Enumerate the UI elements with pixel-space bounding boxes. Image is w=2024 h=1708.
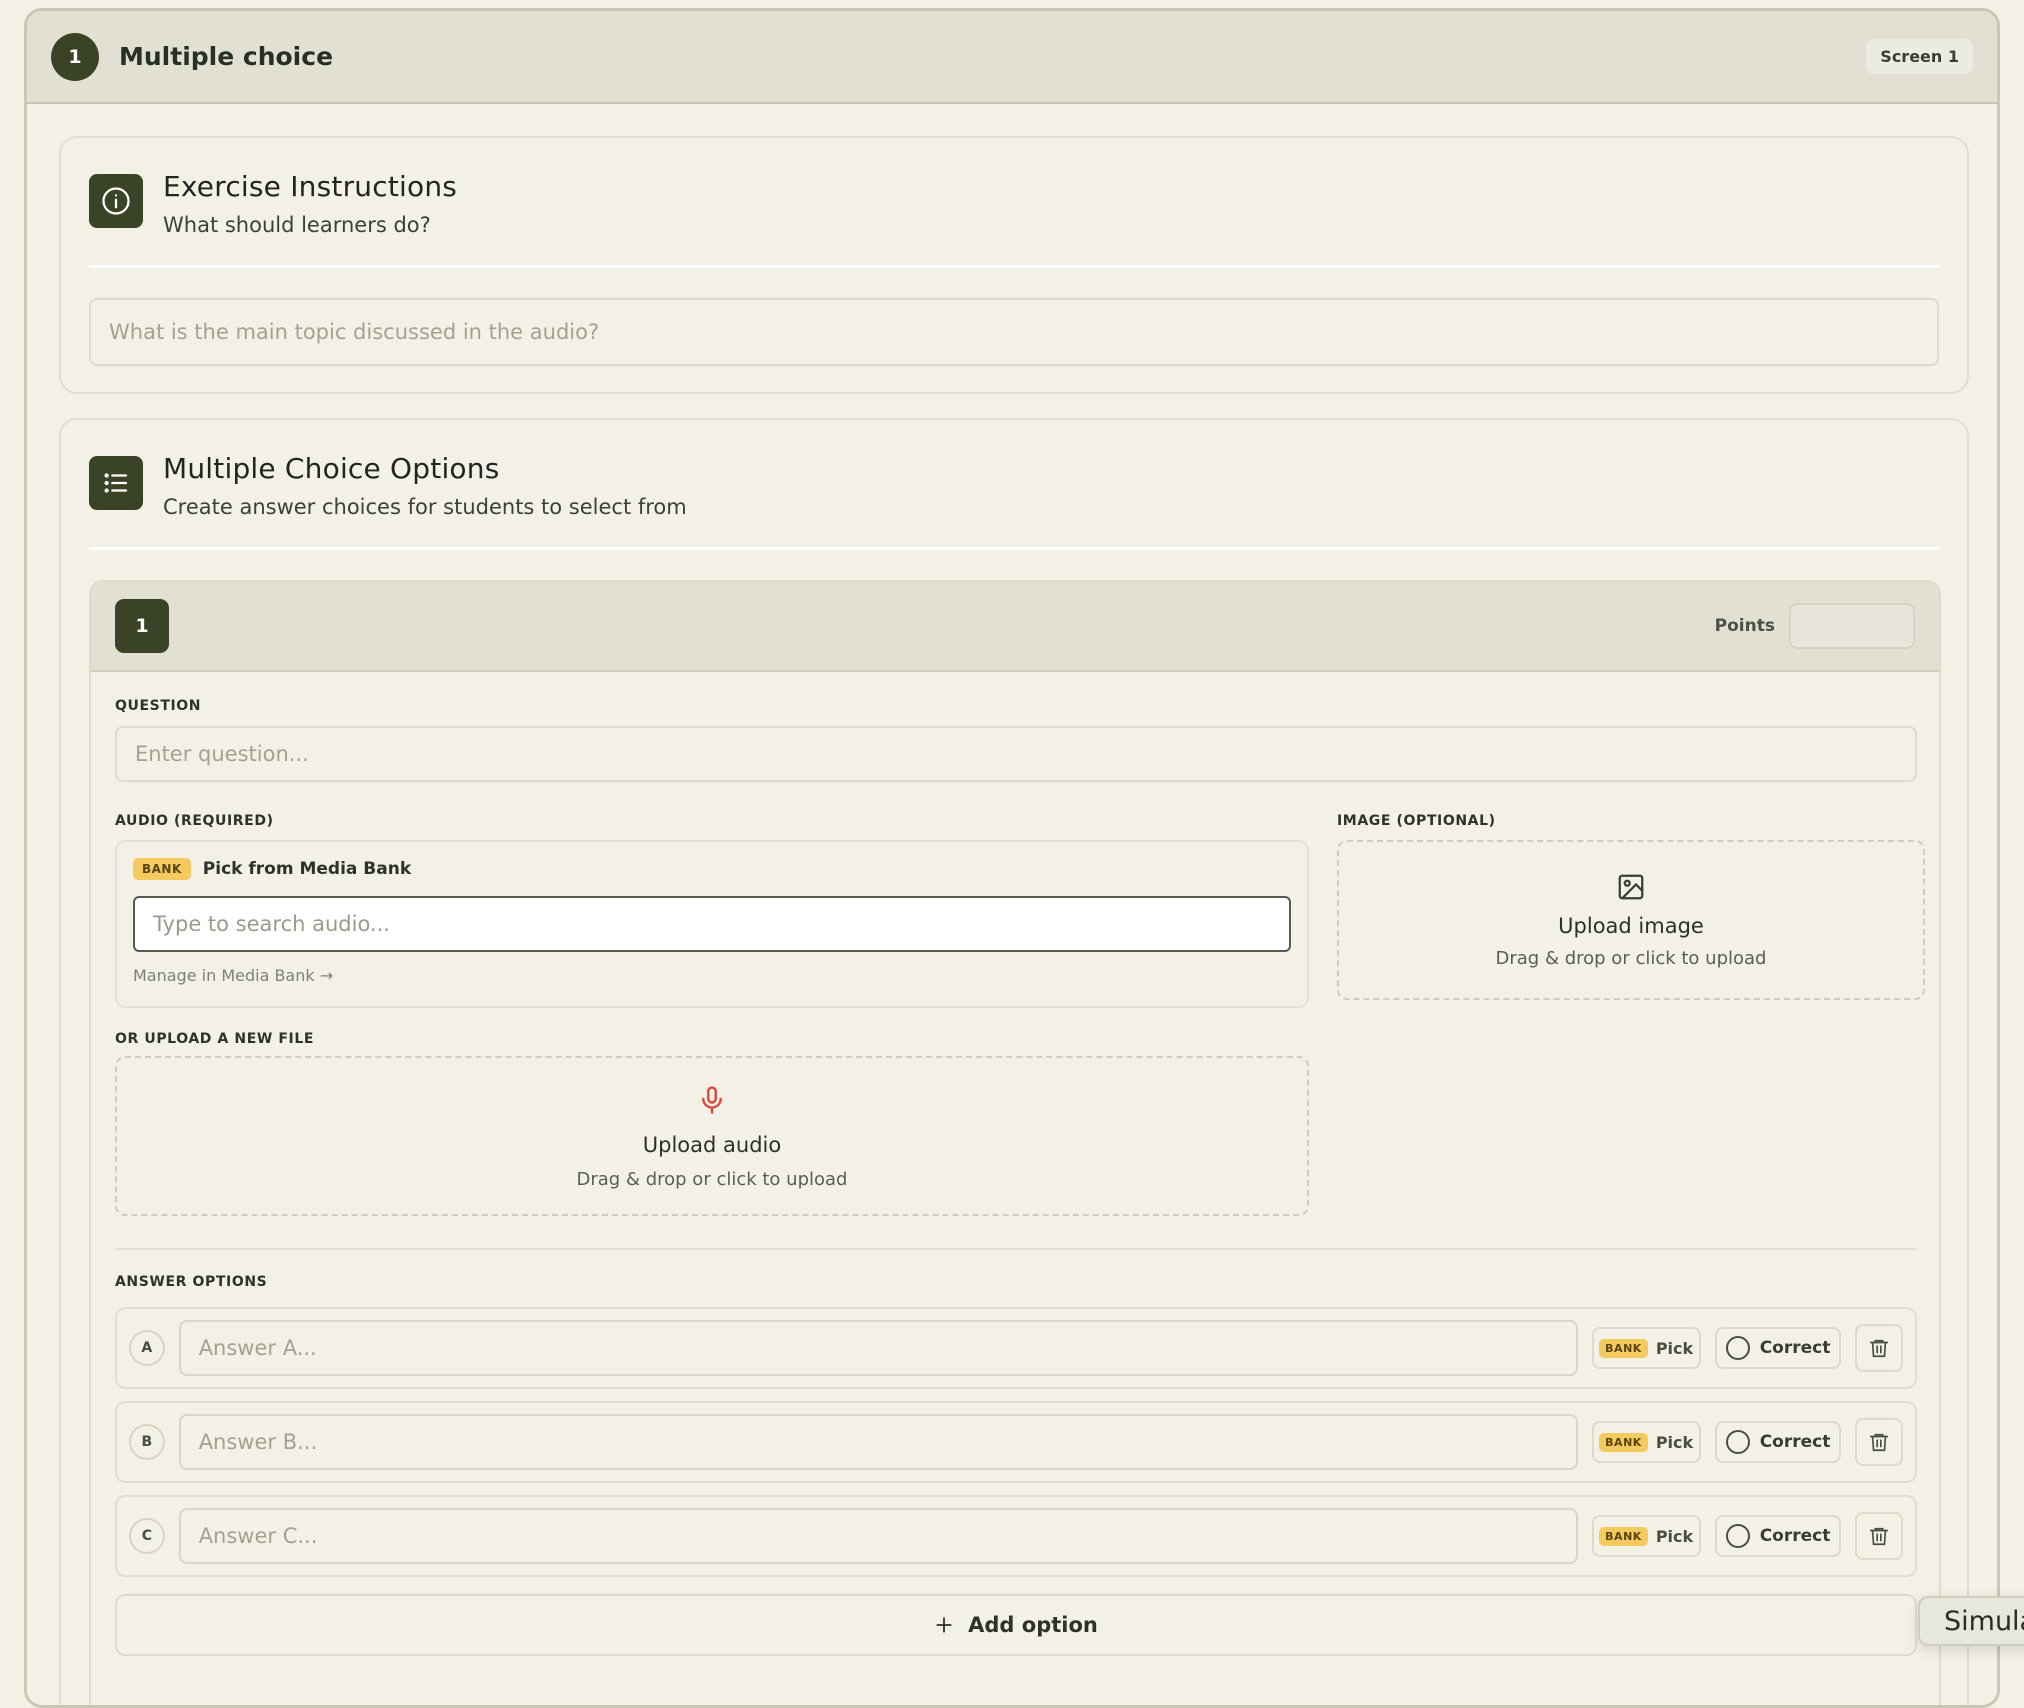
- upload-image-subtitle: Drag & drop or click to upload: [1495, 947, 1767, 969]
- instructions-title: Exercise Instructions: [163, 170, 458, 203]
- pick-label: Pick: [1655, 1338, 1694, 1358]
- answer-input[interactable]: Answer A...: [178, 1320, 1578, 1376]
- answer-letter: B: [129, 1424, 165, 1460]
- bank-tag: BANK: [133, 858, 191, 880]
- instructions-placeholder: What is the main topic discussed in the …: [109, 320, 600, 344]
- pick-from-bank-button[interactable]: BANK Pick: [1591, 1327, 1701, 1369]
- bank-tag: BANK: [1599, 1432, 1648, 1452]
- screen-header: 1 Multiple choice Screen 1: [27, 11, 1997, 104]
- instructions-card: Exercise Instructions What should learne…: [59, 136, 1969, 394]
- info-icon: [89, 174, 143, 228]
- correct-radio[interactable]: [1725, 1430, 1750, 1454]
- simulate-tab-label: Simula: [1944, 1605, 2024, 1637]
- audio-search-input[interactable]: Type to search audio...: [133, 896, 1291, 952]
- mark-correct-button[interactable]: Correct: [1714, 1327, 1842, 1369]
- pick-from-bank-label[interactable]: Pick from Media Bank: [203, 859, 411, 879]
- correct-radio[interactable]: [1725, 1336, 1750, 1360]
- answer-input[interactable]: Answer C...: [178, 1508, 1578, 1564]
- instructions-input[interactable]: What is the main topic discussed in the …: [89, 298, 1939, 366]
- audio-bank-panel: BANK Pick from Media Bank Type to search…: [115, 840, 1309, 1008]
- options-subtitle: Create answer choices for students to se…: [163, 495, 687, 519]
- answer-row: A Answer A... BANK Pick Correct: [115, 1307, 1917, 1389]
- question-label: QUESTION: [115, 698, 202, 714]
- microphone-icon: [702, 1085, 722, 1114]
- answer-options-label: ANSWER OPTIONS: [115, 1274, 268, 1290]
- upload-image-title: Upload image: [1558, 913, 1704, 938]
- screen-badge[interactable]: Screen 1: [1866, 39, 1973, 74]
- correct-label: Correct: [1759, 1338, 1831, 1358]
- pick-label: Pick: [1655, 1526, 1694, 1546]
- answer-letter: C: [129, 1518, 165, 1554]
- question-input[interactable]: Enter question...: [115, 726, 1917, 782]
- upload-audio-subtitle: Drag & drop or click to upload: [576, 1168, 848, 1190]
- correct-label: Correct: [1759, 1526, 1831, 1546]
- plus-icon: [936, 1617, 952, 1633]
- simulate-tab[interactable]: Simula: [1918, 1596, 2024, 1646]
- delete-answer-button[interactable]: [1855, 1418, 1903, 1466]
- instructions-subtitle: What should learners do?: [163, 213, 431, 237]
- answer-placeholder: Answer B...: [198, 1430, 318, 1454]
- mark-correct-button[interactable]: Correct: [1714, 1515, 1842, 1557]
- add-option-label: Add option: [968, 1613, 1098, 1637]
- divider: [89, 265, 1939, 268]
- upload-audio-title: Upload audio: [642, 1132, 782, 1157]
- correct-radio[interactable]: [1725, 1524, 1750, 1548]
- upload-audio-dropzone[interactable]: Upload audio Drag & drop or click to upl…: [115, 1056, 1309, 1216]
- bank-tag: BANK: [1599, 1526, 1648, 1546]
- or-upload-label: OR UPLOAD A NEW FILE: [115, 1031, 315, 1047]
- exercise-screen-frame: 1 Multiple choice Screen 1 Exercise Inst…: [24, 8, 2000, 1708]
- delete-answer-button[interactable]: [1855, 1324, 1903, 1372]
- answer-placeholder: Answer C...: [198, 1524, 318, 1548]
- trash-icon: [1870, 1433, 1889, 1452]
- answer-row: C Answer C... BANK Pick Correct: [115, 1495, 1917, 1577]
- pick-from-bank-button[interactable]: BANK Pick: [1591, 1421, 1701, 1463]
- answer-row: B Answer B... BANK Pick Correct: [115, 1401, 1917, 1483]
- trash-icon: [1870, 1527, 1889, 1546]
- correct-label: Correct: [1759, 1432, 1831, 1452]
- audio-label: AUDIO (REQUIRED): [115, 813, 274, 829]
- question-placeholder: Enter question...: [135, 742, 309, 766]
- trash-icon: [1870, 1339, 1889, 1358]
- mark-correct-button[interactable]: Correct: [1714, 1421, 1842, 1463]
- points-input[interactable]: [1789, 603, 1915, 649]
- question-panel: 1 Points QUESTION Enter question... AUDI…: [89, 580, 1941, 1705]
- pick-from-bank-button[interactable]: BANK Pick: [1591, 1515, 1701, 1557]
- list-icon: [89, 456, 143, 510]
- question-number-badge: 1: [115, 599, 169, 653]
- image-label: IMAGE (OPTIONAL): [1337, 813, 1496, 829]
- add-option-button[interactable]: Add option: [115, 1594, 1917, 1656]
- manage-media-bank-link[interactable]: Manage in Media Bank →: [133, 966, 333, 985]
- options-card: Multiple Choice Options Create answer ch…: [59, 418, 1969, 1705]
- bank-tag: BANK: [1599, 1338, 1648, 1358]
- pick-label: Pick: [1655, 1432, 1694, 1452]
- answer-placeholder: Answer A...: [198, 1336, 317, 1360]
- points-label: Points: [1714, 616, 1775, 636]
- image-icon: [1618, 874, 1644, 899]
- audio-search-placeholder: Type to search audio...: [153, 912, 390, 936]
- answer-input[interactable]: Answer B...: [178, 1414, 1578, 1470]
- divider: [115, 1248, 1917, 1250]
- options-title: Multiple Choice Options: [163, 452, 500, 485]
- delete-answer-button[interactable]: [1855, 1512, 1903, 1560]
- upload-image-dropzone[interactable]: Upload image Drag & drop or click to upl…: [1337, 840, 1925, 1000]
- step-number-badge: 1: [51, 32, 99, 81]
- answer-letter: A: [129, 1330, 165, 1366]
- screen-title: Multiple choice: [119, 42, 334, 71]
- divider: [89, 547, 1939, 550]
